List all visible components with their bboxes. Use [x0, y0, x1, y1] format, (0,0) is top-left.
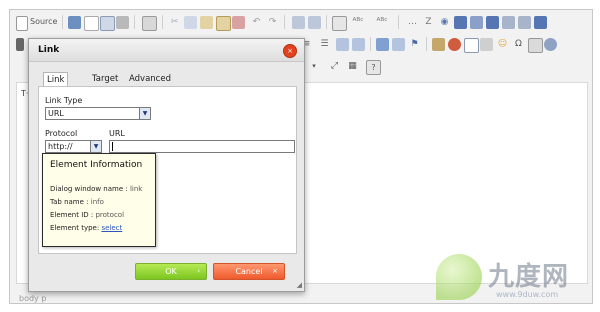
anchor-icon[interactable]: ⚑	[408, 38, 421, 51]
link-type-select[interactable]: URL ▼	[45, 107, 151, 120]
select-all-icon[interactable]	[332, 16, 347, 31]
bidi-ltr-icon[interactable]	[336, 38, 349, 51]
new-page-icon[interactable]	[84, 16, 99, 31]
tooltip-title: Element Information	[50, 160, 143, 170]
dialog-titlebar[interactable]: Link ×	[29, 39, 304, 62]
find-icon[interactable]	[292, 16, 305, 29]
source-button-label[interactable]: Source	[30, 17, 57, 26]
checkbox-icon[interactable]: Z	[422, 16, 435, 29]
link-type-value: URL	[48, 109, 64, 118]
select-field-icon[interactable]	[486, 16, 499, 29]
link-icon[interactable]	[376, 38, 389, 51]
imagebutton-icon[interactable]	[518, 16, 531, 29]
toolbar-row-1: Source ✂ ↶ ↷ ᴬᴮᶜ ᴬᴮᶜ … Z ◉	[10, 12, 592, 32]
smiley-icon[interactable]: ☺	[496, 38, 509, 51]
maximize-icon[interactable]: ⤢	[328, 60, 341, 73]
watermark-url: www.9duw.com	[496, 290, 559, 299]
element-path[interactable]: body p	[19, 294, 46, 303]
tooltip-value: protocol	[95, 211, 125, 219]
iframe-icon[interactable]	[544, 38, 557, 51]
chevron-down-icon[interactable]: ▼	[139, 108, 150, 119]
form-icon[interactable]: …	[406, 16, 419, 29]
unlink-icon[interactable]	[392, 38, 405, 51]
tab-target[interactable]: Target	[89, 72, 121, 86]
textarea-icon[interactable]	[470, 16, 483, 29]
tooltip-line: Element type: select	[50, 224, 122, 232]
tooltip-key: Element type:	[50, 224, 100, 232]
undo-icon[interactable]: ↶	[250, 16, 263, 29]
special-char-icon[interactable]: Ω	[512, 38, 525, 51]
ok-button[interactable]: OK ›	[135, 263, 207, 280]
image-icon[interactable]	[432, 38, 445, 51]
spellcheck-icon[interactable]: ᴬᴮᶜ	[350, 16, 366, 29]
paste-text-icon[interactable]	[216, 16, 231, 31]
tooltip-line: Dialog window name : link	[50, 185, 142, 193]
textfield-icon[interactable]	[454, 16, 467, 29]
leaf-icon	[436, 254, 482, 300]
dialog-title: Link	[38, 45, 60, 55]
element-info-tooltip: Element Information Dialog window name :…	[42, 153, 156, 247]
close-icon[interactable]: ×	[283, 44, 297, 58]
toolbar-separator	[370, 37, 371, 51]
protocol-value: http://	[48, 142, 73, 151]
toolbar-separator	[426, 37, 427, 51]
protocol-label: Protocol	[45, 129, 78, 138]
tooltip-value: info	[90, 198, 104, 206]
toolbar-separator	[134, 15, 135, 29]
cut-icon[interactable]: ✂	[168, 16, 181, 29]
tooltip-key: Tab name :	[50, 198, 89, 206]
toolbar-separator	[326, 15, 327, 29]
text-caret	[112, 142, 113, 151]
resize-handle-icon[interactable]: ◢	[297, 281, 302, 289]
tooltip-line: Element ID : protocol	[50, 211, 124, 219]
tab-advanced[interactable]: Advanced	[126, 72, 174, 86]
replace-icon[interactable]	[308, 16, 321, 29]
toolbar-separator	[398, 15, 399, 29]
dropdown-chevron-icon[interactable]: ▾	[310, 60, 318, 73]
bidi-rtl-icon[interactable]	[352, 38, 365, 51]
source-icon[interactable]	[16, 16, 28, 31]
cancel-button-label: Cancel	[235, 267, 263, 276]
flash-icon[interactable]	[448, 38, 461, 51]
align-block-icon[interactable]: ☰	[318, 38, 331, 51]
tab-link-info[interactable]: Link Info	[43, 72, 69, 99]
tooltip-key: Element ID :	[50, 211, 94, 219]
scayt-icon[interactable]: ᴬᴮᶜ	[374, 16, 390, 29]
close-x-icon: ×	[272, 267, 278, 275]
paste-icon[interactable]	[200, 16, 213, 29]
horizontal-rule-icon[interactable]	[480, 38, 493, 51]
tooltip-line: Tab name : info	[50, 198, 104, 206]
watermark-logo: 九度网 www.9duw.com	[432, 250, 597, 308]
toolbar-separator	[284, 15, 285, 29]
paste-word-icon[interactable]	[232, 16, 245, 29]
print-icon[interactable]	[116, 16, 129, 29]
table-icon[interactable]	[464, 38, 479, 53]
templates-icon[interactable]	[142, 16, 157, 31]
preview-icon[interactable]	[100, 16, 115, 31]
protocol-select[interactable]: http:// ▼	[45, 140, 102, 153]
chevron-right-icon: ›	[197, 267, 200, 275]
about-icon[interactable]: ?	[366, 60, 381, 75]
toolbar-separator	[162, 15, 163, 29]
link-type-label: Link Type	[45, 96, 83, 105]
tooltip-key: Dialog window name :	[50, 185, 128, 193]
ok-button-label: OK	[165, 267, 177, 276]
url-input[interactable]	[109, 140, 295, 153]
button-icon[interactable]	[502, 16, 515, 29]
tooltip-type-link[interactable]: select	[101, 224, 122, 232]
tooltip-value: link	[129, 185, 143, 193]
toolbar-separator	[62, 15, 63, 29]
bold-icon[interactable]	[16, 38, 24, 51]
pagebreak-icon[interactable]	[528, 38, 543, 53]
cancel-button[interactable]: Cancel ×	[213, 263, 285, 280]
radio-icon[interactable]: ◉	[438, 16, 451, 29]
redo-icon[interactable]: ↷	[266, 16, 279, 29]
save-icon[interactable]	[68, 16, 81, 29]
show-blocks-icon[interactable]: ▦	[346, 60, 359, 73]
copy-icon[interactable]	[184, 16, 197, 29]
hiddenfield-icon[interactable]	[534, 16, 547, 29]
chevron-down-icon[interactable]: ▼	[90, 141, 101, 152]
url-label: URL	[109, 129, 125, 138]
watermark-brand: 九度网	[488, 262, 570, 292]
